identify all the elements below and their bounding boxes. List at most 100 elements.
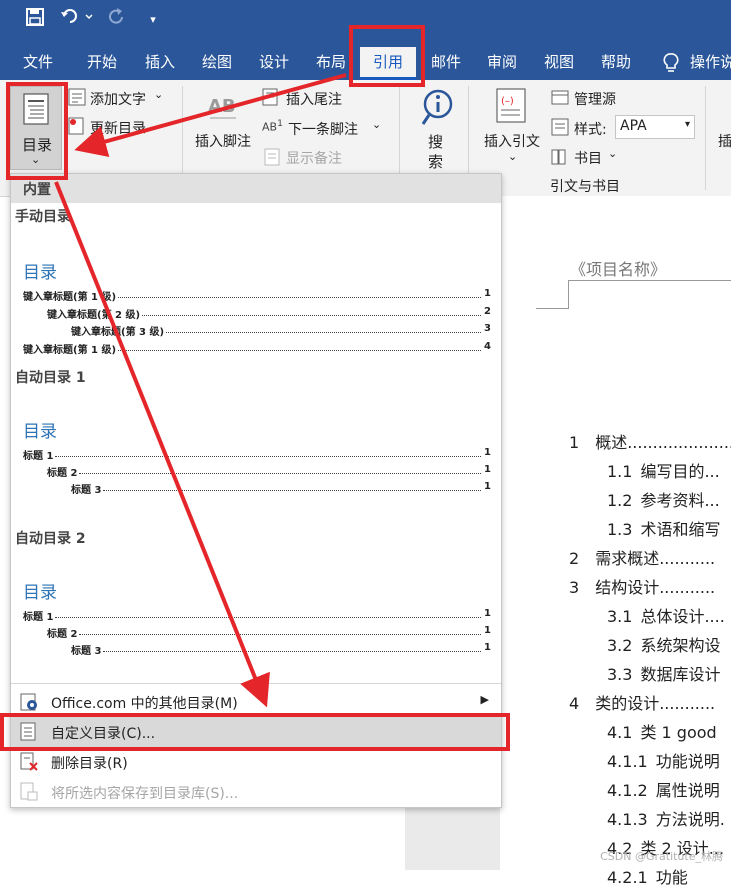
insert-endnote-button[interactable]: 插入尾注 bbox=[286, 89, 342, 109]
next-footnote-button[interactable]: 下一条脚注 bbox=[288, 119, 358, 139]
chevron-right-icon: ▶ bbox=[480, 693, 489, 706]
next-footnote-icon: AB1 bbox=[262, 118, 283, 134]
watermark: CSDN @Gratitute_林腾 bbox=[600, 850, 723, 863]
tab-home[interactable]: 开始 bbox=[74, 44, 130, 80]
chevron-down-icon: ▾ bbox=[684, 119, 690, 130]
gallery-manual-toc[interactable]: 目录 键入章标题(第 1 级) 1 键入章标题(第 2 级) 2 键入章标题(第 3 级… bbox=[11, 226, 501, 356]
svg-text:(–): (–) bbox=[501, 96, 514, 107]
gallery-toc-line: 标题 3 1 bbox=[71, 642, 491, 657]
svg-text:AB: AB bbox=[208, 96, 236, 117]
menu-item-label: 将所选内容保存到目录库(S)... bbox=[51, 786, 239, 802]
insert-caption-button-partial[interactable]: 插 bbox=[718, 131, 731, 151]
document-toc-entry[interactable]: 1.2 参考资料... bbox=[607, 487, 720, 511]
document-toc-entry-text: 系统架构设 bbox=[640, 636, 721, 655]
document-toc-entry[interactable]: 4 类的设计........... bbox=[569, 690, 715, 714]
gallery-toc-line: 键入章标题(第 3 级) 3 bbox=[71, 323, 491, 338]
gallery-toc-line-leader bbox=[142, 314, 481, 316]
tab-file[interactable]: 文件 bbox=[10, 44, 66, 80]
gallery-toc-line-leader bbox=[79, 634, 481, 635]
gallery-toc-line-page: 1 bbox=[484, 447, 491, 458]
tab-help[interactable]: 帮助 bbox=[588, 44, 644, 80]
customize-icon[interactable]: ▾ bbox=[143, 8, 163, 32]
document-toc-entry[interactable]: 3.1 总体设计.... bbox=[607, 603, 725, 627]
insert-footnote-button[interactable]: 插入脚注 bbox=[195, 131, 251, 151]
document-toc-entry[interactable]: 2 需求概述........... bbox=[569, 545, 715, 569]
auto-toc-1-title: 自动目录 1 bbox=[15, 370, 86, 386]
search-button-label-2[interactable]: 索 bbox=[428, 151, 443, 172]
save-to-gallery-icon bbox=[19, 782, 39, 806]
document-toc-entry[interactable]: 3.2 系统架构设 bbox=[607, 632, 720, 656]
gallery-auto-toc-1[interactable]: 目录 标题 1 1 标题 2 1 标题 3 1 bbox=[11, 387, 501, 517]
document-toc-entry[interactable]: 1.3 术语和缩写 bbox=[607, 516, 720, 540]
document-toc-entry[interactable]: 1 概述...................... bbox=[569, 429, 731, 453]
tab-design[interactable]: 设计 bbox=[246, 44, 302, 80]
gallery-toc-line-text: 标题 3 bbox=[71, 646, 102, 657]
update-toc-icon bbox=[68, 117, 86, 139]
document-toc-entry-number: 1 bbox=[569, 433, 580, 452]
chevron-down-icon: ⌄ bbox=[372, 118, 382, 131]
add-text-button[interactable]: 添加文字 bbox=[90, 89, 146, 109]
gallery-toc-line-leader bbox=[55, 456, 481, 457]
insert-endnote-icon bbox=[262, 88, 280, 110]
menu-item-save-selection[interactable]: 将所选内容保存到目录库(S)... bbox=[11, 777, 501, 807]
menu-item-label: 删除目录(R) bbox=[51, 756, 128, 772]
document-toc-entry[interactable]: 3 结构设计........... bbox=[569, 574, 715, 598]
gallery-toc-line-page: 1 bbox=[484, 642, 491, 653]
tab-draw[interactable]: 绘图 bbox=[189, 44, 245, 80]
document-toc-entry[interactable]: 4.1 类 1 good bbox=[607, 719, 717, 743]
annotation-box-custom-toc bbox=[0, 713, 510, 751]
document-toc-entry[interactable]: 4.1.1 功能说明 bbox=[607, 748, 720, 772]
tab-view[interactable]: 视图 bbox=[531, 44, 587, 80]
tab-insert[interactable]: 插入 bbox=[132, 44, 188, 80]
insert-citation-button[interactable]: 插入引文 bbox=[484, 131, 540, 151]
ribbon-separator bbox=[705, 86, 706, 190]
remove-toc-icon bbox=[19, 752, 39, 776]
document-toc-entry-number: 4.1.3 bbox=[607, 810, 648, 829]
gallery-toc-line-text: 键入章标题(第 1 级) bbox=[23, 344, 117, 356]
annotation-box-toc-button bbox=[6, 82, 68, 180]
undo-icon[interactable] bbox=[58, 8, 98, 33]
bibliography-icon bbox=[551, 148, 569, 170]
document-toc-entry-text: 概述...................... bbox=[595, 433, 731, 452]
chevron-down-icon: ⌄ bbox=[608, 147, 618, 160]
gallery-toc-line: 键入章标题(第 2 级) 2 bbox=[47, 305, 491, 321]
style-select[interactable]: APA ▾ bbox=[615, 115, 695, 139]
gallery-auto-toc-2[interactable]: 目录 标题 1 1 标题 2 1 标题 3 1 bbox=[11, 548, 501, 678]
gallery-toc-line-page: 3 bbox=[484, 323, 491, 334]
gallery-toc-line: 键入章标题(第 1 级) 4 bbox=[23, 341, 491, 356]
document-toc-entry[interactable]: 3.3 数据库设计 bbox=[607, 661, 720, 685]
style-select-value: APA bbox=[620, 118, 647, 134]
document-toc-entry-text: 数据库设计 bbox=[640, 665, 721, 684]
manage-sources-icon bbox=[551, 88, 569, 110]
gallery-toc-line-leader bbox=[103, 490, 481, 491]
gallery-toc-line-page: 2 bbox=[484, 305, 491, 317]
save-icon[interactable] bbox=[24, 8, 46, 33]
tell-me-search[interactable]: 操作说 bbox=[690, 44, 731, 80]
document-toc-entry-text: 结构设计........... bbox=[595, 578, 716, 597]
lightbulb-icon[interactable] bbox=[661, 52, 681, 72]
gallery-toc-line-leader bbox=[55, 617, 481, 618]
redo-icon[interactable] bbox=[106, 8, 128, 33]
update-toc-button[interactable]: 更新目录 bbox=[90, 118, 146, 138]
document-toc-entry-number: 4.1.1 bbox=[607, 752, 648, 771]
manage-sources-button[interactable]: 管理源 bbox=[574, 89, 616, 109]
document-toc-entry-number: 1.2 bbox=[607, 491, 633, 510]
document-toc-entry-number: 3.1 bbox=[607, 607, 633, 626]
search-icon bbox=[420, 88, 456, 132]
gallery-toc-line: 标题 2 1 bbox=[47, 464, 491, 479]
menu-item-remove-toc[interactable]: 删除目录(R) bbox=[11, 747, 501, 777]
document-toc-entry[interactable]: 4.1.2 属性说明 bbox=[607, 777, 720, 801]
document-toc-entry[interactable]: 4.2.1 功能 bbox=[607, 864, 688, 888]
document-toc-entry-text: 总体设计.... bbox=[640, 607, 725, 626]
annotation-box-references-tab bbox=[349, 25, 425, 87]
search-button-label-1[interactable]: 搜 bbox=[428, 131, 443, 152]
tab-mailings[interactable]: 邮件 bbox=[418, 44, 474, 80]
bibliography-button[interactable]: 书目 bbox=[574, 148, 602, 168]
document-toc-entry[interactable]: 1.1 编写目的... bbox=[607, 458, 720, 482]
tab-review[interactable]: 审阅 bbox=[474, 44, 530, 80]
document-toc-entry-text: 类 1 good bbox=[640, 723, 717, 742]
document-toc-entry-text: 术语和缩写 bbox=[640, 520, 721, 539]
document-toc-entry[interactable]: 4.1.3 方法说明. bbox=[607, 806, 725, 830]
document-toc-entry-number: 4.1.2 bbox=[607, 781, 648, 800]
show-notes-button[interactable]: 显示备注 bbox=[286, 148, 342, 168]
